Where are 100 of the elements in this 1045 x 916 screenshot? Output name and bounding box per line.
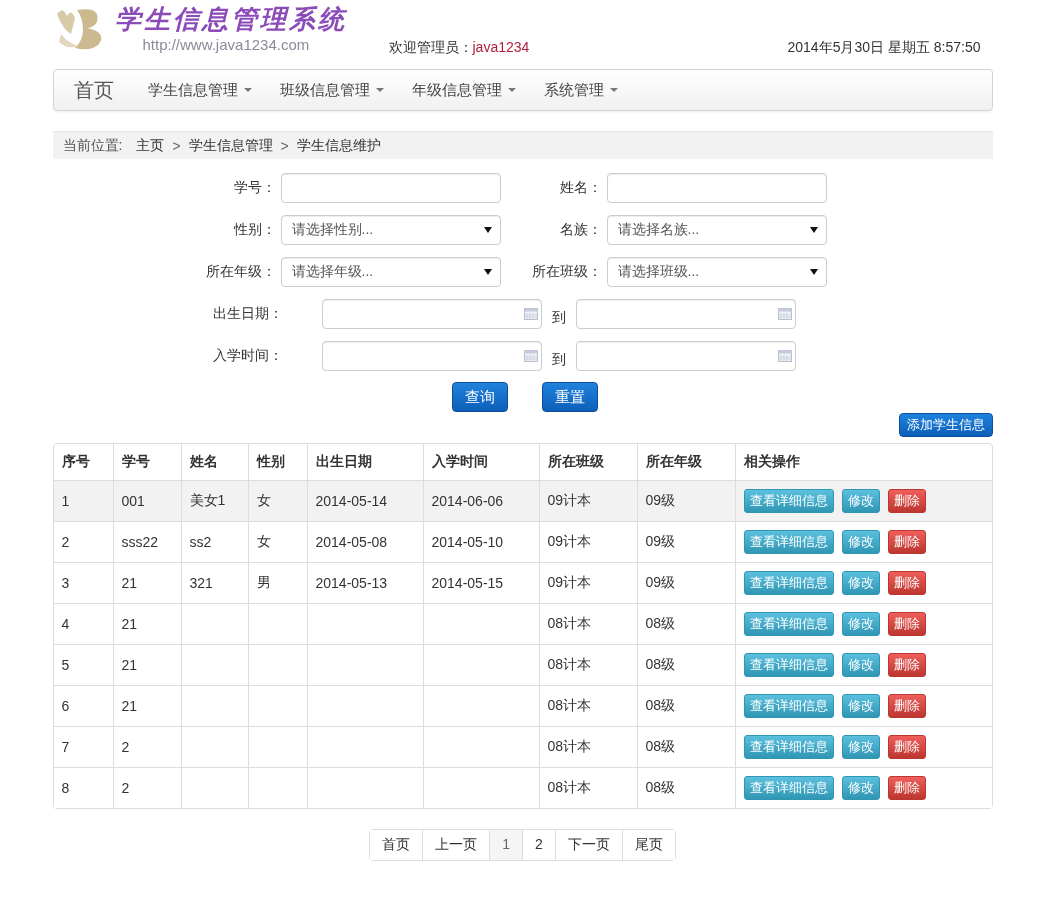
delete-button[interactable]: 删除 <box>887 612 926 636</box>
page-link[interactable]: 尾页 <box>621 830 675 860</box>
action-button[interactable]: 修改 <box>841 653 880 677</box>
table-cell: 21 <box>112 603 181 644</box>
action-button[interactable]: 修改 <box>841 694 880 718</box>
action-button[interactable]: 查看详细信息 <box>743 530 834 554</box>
date-field[interactable] <box>575 341 796 371</box>
breadcrumb-link[interactable]: 主页 <box>136 136 165 155</box>
action-button[interactable]: 查看详细信息 <box>743 653 834 677</box>
table-cell: 08级 <box>636 685 735 726</box>
add-button[interactable]: 添加学生信息 <box>898 413 993 437</box>
delete-button[interactable]: 删除 <box>887 776 926 800</box>
calendar-icon <box>523 308 538 320</box>
column-header: 性别 <box>247 444 307 480</box>
field-label: 性别： <box>232 221 277 239</box>
delete-button[interactable]: 删除 <box>887 694 926 718</box>
select-field[interactable]: 请选择性别... <box>280 215 501 245</box>
delete-button[interactable]: 删除 <box>887 530 926 554</box>
table-cell: 女 <box>247 521 307 562</box>
table-cell: 女 <box>247 480 307 521</box>
date-field[interactable] <box>575 299 796 329</box>
action-button[interactable]: 查看详细信息 <box>743 612 834 636</box>
action-button[interactable]: 查看详细信息 <box>743 694 834 718</box>
action-button[interactable]: 查看详细信息 <box>743 571 834 595</box>
table-cell: 09计本 <box>538 521 637 562</box>
table-cell: 7 <box>53 726 113 767</box>
table-cell: 2 <box>53 521 113 562</box>
table-cell: 2 <box>112 726 181 767</box>
field-label: 姓名： <box>558 179 603 197</box>
table-cell: 09计本 <box>538 562 637 603</box>
delete-button[interactable]: 删除 <box>887 735 926 759</box>
field-label: 学号： <box>232 179 277 197</box>
table-cell: 08级 <box>636 644 735 685</box>
input-field[interactable] <box>606 173 827 203</box>
breadcrumb-link[interactable]: 学生信息维护 <box>296 136 381 155</box>
reset-button[interactable]: 重置 <box>541 382 598 412</box>
field-label: 出生日期： <box>211 305 284 323</box>
select-field[interactable]: 请选择年级... <box>280 257 501 287</box>
table-cell: 09级 <box>636 562 735 603</box>
table-cell: 08计本 <box>538 644 637 685</box>
caret-icon <box>809 269 818 275</box>
table-cell: 2 <box>112 767 181 808</box>
breadcrumb-label: 当前位置: <box>62 136 123 155</box>
action-button[interactable]: 修改 <box>841 571 880 595</box>
table-cell: 09计本 <box>538 480 637 521</box>
date-field[interactable] <box>321 299 542 329</box>
action-button[interactable]: 修改 <box>841 612 880 636</box>
caret-icon <box>609 88 618 92</box>
table-cell: 2014-06-06 <box>422 480 539 521</box>
input-field[interactable] <box>280 173 501 203</box>
caret-icon <box>483 269 492 275</box>
nav-menu[interactable]: 系统管理 <box>529 80 632 100</box>
search-button[interactable]: 查询 <box>451 382 508 412</box>
action-button[interactable]: 修改 <box>841 776 880 800</box>
action-button[interactable]: 修改 <box>841 735 880 759</box>
table-cell: 男 <box>247 562 307 603</box>
nav-menu[interactable]: 班级信息管理 <box>265 80 398 100</box>
column-header: 相关操作 <box>734 444 992 480</box>
action-button[interactable]: 修改 <box>841 489 880 513</box>
table-cell: 21 <box>112 562 181 603</box>
table-cell: 8 <box>53 767 113 808</box>
calendar-icon <box>523 350 538 362</box>
table-cell: 08计本 <box>538 603 637 644</box>
table-cell: 08计本 <box>538 767 637 808</box>
range-separator: 到 <box>550 350 567 369</box>
date-field[interactable] <box>321 341 542 371</box>
date-time: 2014年5月30日 星期五 8:57:50 <box>787 39 981 57</box>
select-field[interactable]: 请选择名族... <box>606 215 827 245</box>
table-cell: 21 <box>112 685 181 726</box>
table-cell: 2014-05-08 <box>306 521 423 562</box>
select-field[interactable]: 请选择班级... <box>606 257 827 287</box>
caret-icon <box>809 227 818 233</box>
column-header: 序号 <box>60 452 91 471</box>
user-name: java1234 <box>472 39 530 55</box>
delete-button[interactable]: 删除 <box>887 489 926 513</box>
delete-button[interactable]: 删除 <box>887 653 926 677</box>
nav-menu[interactable]: 年级信息管理 <box>397 80 530 100</box>
breadcrumb-link[interactable]: 学生信息管理 <box>188 136 273 155</box>
table-cell <box>180 726 248 767</box>
table-cell: 美女1 <box>180 480 248 521</box>
action-button[interactable]: 查看详细信息 <box>743 776 834 800</box>
page-link[interactable]: 1 <box>489 830 522 860</box>
field-label: 入学时间： <box>211 347 284 365</box>
table-cell <box>180 603 248 644</box>
caret-icon <box>375 88 384 92</box>
action-button[interactable]: 查看详细信息 <box>743 735 834 759</box>
table-cell <box>247 685 307 726</box>
table-cell: 21 <box>112 644 181 685</box>
home-link[interactable]: 首页 <box>53 76 134 104</box>
column-header: 入学时间 <box>422 444 539 480</box>
nav-menu[interactable]: 学生信息管理 <box>133 80 266 100</box>
caret-icon <box>243 88 252 92</box>
action-button[interactable]: 查看详细信息 <box>743 489 834 513</box>
delete-button[interactable]: 删除 <box>887 571 926 595</box>
table-cell: 09级 <box>636 480 735 521</box>
table-cell: 4 <box>53 603 113 644</box>
action-button[interactable]: 修改 <box>841 530 880 554</box>
table-cell: 6 <box>53 685 113 726</box>
table-cell <box>180 644 248 685</box>
column-header: 出生日期 <box>306 444 423 480</box>
